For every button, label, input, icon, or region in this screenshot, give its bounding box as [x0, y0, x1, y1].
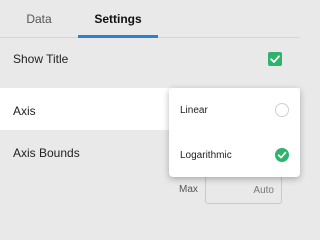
- max-label: Max: [179, 184, 198, 195]
- show-title-checkbox[interactable]: [268, 52, 282, 66]
- tab-bar: Data Settings: [0, 0, 300, 38]
- checkmark-icon: [277, 151, 287, 159]
- axis-option-label: Logarithmic: [180, 150, 232, 161]
- axis-label: Axis: [13, 104, 36, 118]
- axis-option-label: Linear: [180, 105, 208, 116]
- checkmark-icon: [270, 55, 280, 63]
- axis-option-logarithmic[interactable]: Logarithmic: [169, 133, 300, 177]
- axis-option-linear[interactable]: Linear: [169, 88, 300, 132]
- active-tab-indicator: [78, 35, 158, 38]
- show-title-row[interactable]: Show Title: [0, 44, 300, 74]
- axis-dropdown-menu: Linear Logarithmic: [169, 88, 300, 177]
- show-title-label: Show Title: [13, 52, 69, 66]
- tab-data[interactable]: Data: [0, 0, 78, 38]
- check-circle-icon: [275, 148, 289, 162]
- tab-settings[interactable]: Settings: [78, 0, 158, 38]
- empty-circle-icon: [275, 103, 289, 117]
- max-input[interactable]: Auto: [205, 176, 282, 204]
- axis-bounds-label: Axis Bounds: [13, 146, 80, 160]
